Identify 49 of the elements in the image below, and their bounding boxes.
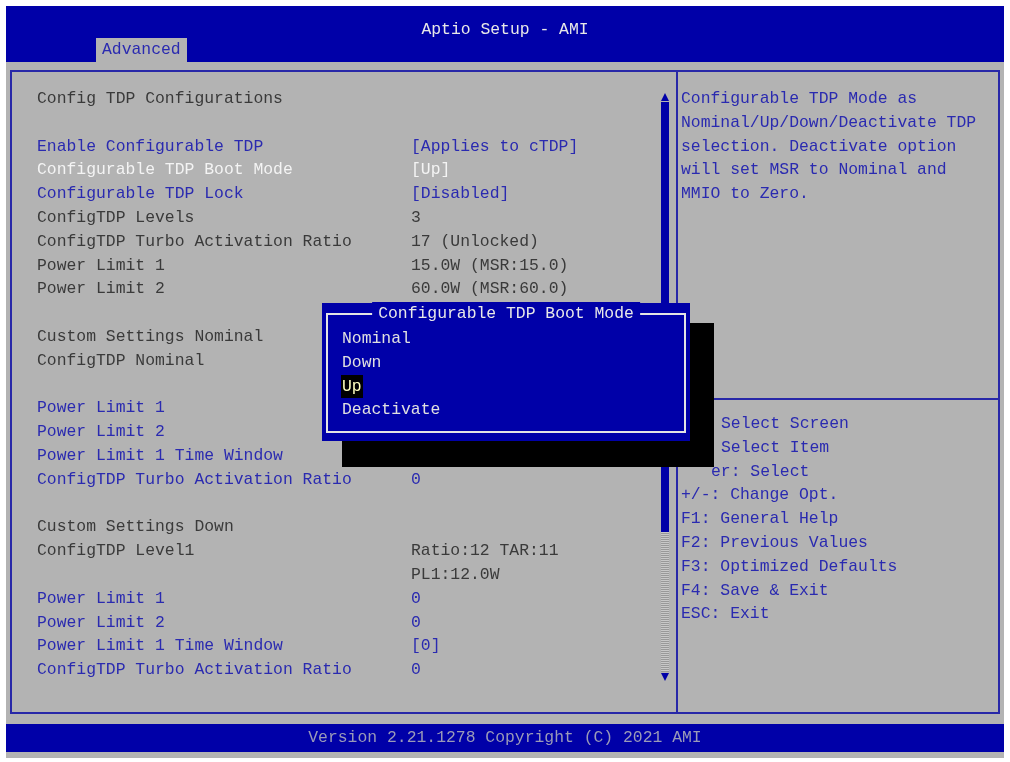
key-hint: F3: Optimized Defaults <box>681 556 898 576</box>
window-title: Aptio Setup - AMI <box>420 19 590 41</box>
setting-label[interactable]: Enable Configurable TDP <box>37 136 264 156</box>
key-hint: Select Item <box>721 437 830 457</box>
setting-value[interactable]: 0 <box>411 658 421 682</box>
setting-label: ConfigTDP Nominal <box>37 350 205 370</box>
setting-label: Custom Settings Nominal <box>37 326 264 346</box>
setting-label: ConfigTDP Turbo Activation Ratio <box>37 231 352 251</box>
key-hint: er: Select <box>711 461 810 481</box>
setting-value[interactable]: 0 <box>411 610 421 635</box>
key-hint: F1: General Help <box>681 509 839 529</box>
key-hint: Select Screen <box>721 414 849 433</box>
popup-option[interactable]: Down <box>341 350 383 375</box>
setting-value: 3 <box>411 207 421 229</box>
popup-option[interactable]: Up <box>341 374 363 399</box>
setting-value: 15.0W (MSR:15.0) <box>411 254 569 277</box>
tab[interactable]: Advanced <box>96 38 187 62</box>
setting-value: PL1:12.0W <box>411 563 500 586</box>
setting-value[interactable]: [0] <box>411 634 441 659</box>
setting-label: Custom Settings Down <box>37 517 234 537</box>
setting-value: Ratio:12 TAR:11 <box>411 540 559 563</box>
setting-label[interactable]: Power Limit 2 <box>37 422 165 442</box>
setting-label: ConfigTDP Level1 <box>37 541 195 561</box>
help-text: Configurable TDP Mode as Nominal/Up/Down/Deactivate TDP selection. Deactivate option will set MSR to Nominal and MMIO to Zero. <box>680 88 978 206</box>
setting-label: ConfigTDP Levels <box>37 208 195 227</box>
key-hint: F2: Previous Values <box>681 533 868 552</box>
setting-value[interactable]: [Disabled] <box>411 182 510 206</box>
section-title: Config TDP Configurations <box>37 89 283 108</box>
key-hint: ESC: Exit <box>681 604 770 624</box>
setting-label[interactable]: ConfigTDP Turbo Activation Ratio <box>37 660 352 680</box>
setting-value: 60.0W (MSR:60.0) <box>411 278 569 301</box>
setting-label[interactable]: Power Limit 1 Time Window <box>37 636 283 656</box>
setting-label[interactable]: Power Limit 1 <box>37 588 165 608</box>
setting-label: Power Limit 1 <box>37 255 165 275</box>
setting-value[interactable]: 0 <box>411 467 421 492</box>
setting-label[interactable]: Power Limit 1 Time Window <box>37 445 283 465</box>
setting-label[interactable]: Power Limit 2 <box>37 612 165 632</box>
setting-value: 17 (Unlocked) <box>411 230 539 253</box>
setting-label: Power Limit 2 <box>37 279 165 299</box>
version-footer: Version 2.21.1278 Copyright (C) 2021 AMI <box>308 728 702 747</box>
setting-label[interactable]: Power Limit 1 <box>37 398 165 418</box>
setting-value[interactable]: 0 <box>411 586 421 611</box>
setting-label[interactable]: Configurable TDP Lock <box>37 184 244 204</box>
setting-value[interactable]: [Applies to cTDP] <box>411 134 579 159</box>
popup-option[interactable]: Nominal <box>341 327 412 351</box>
popup-option[interactable]: Deactivate <box>341 398 442 423</box>
setting-label[interactable]: ConfigTDP Turbo Activation Ratio <box>37 469 352 489</box>
key-hint: F4: Save & Exit <box>681 580 829 600</box>
key-hint: +/-: Change Opt. <box>681 485 839 505</box>
